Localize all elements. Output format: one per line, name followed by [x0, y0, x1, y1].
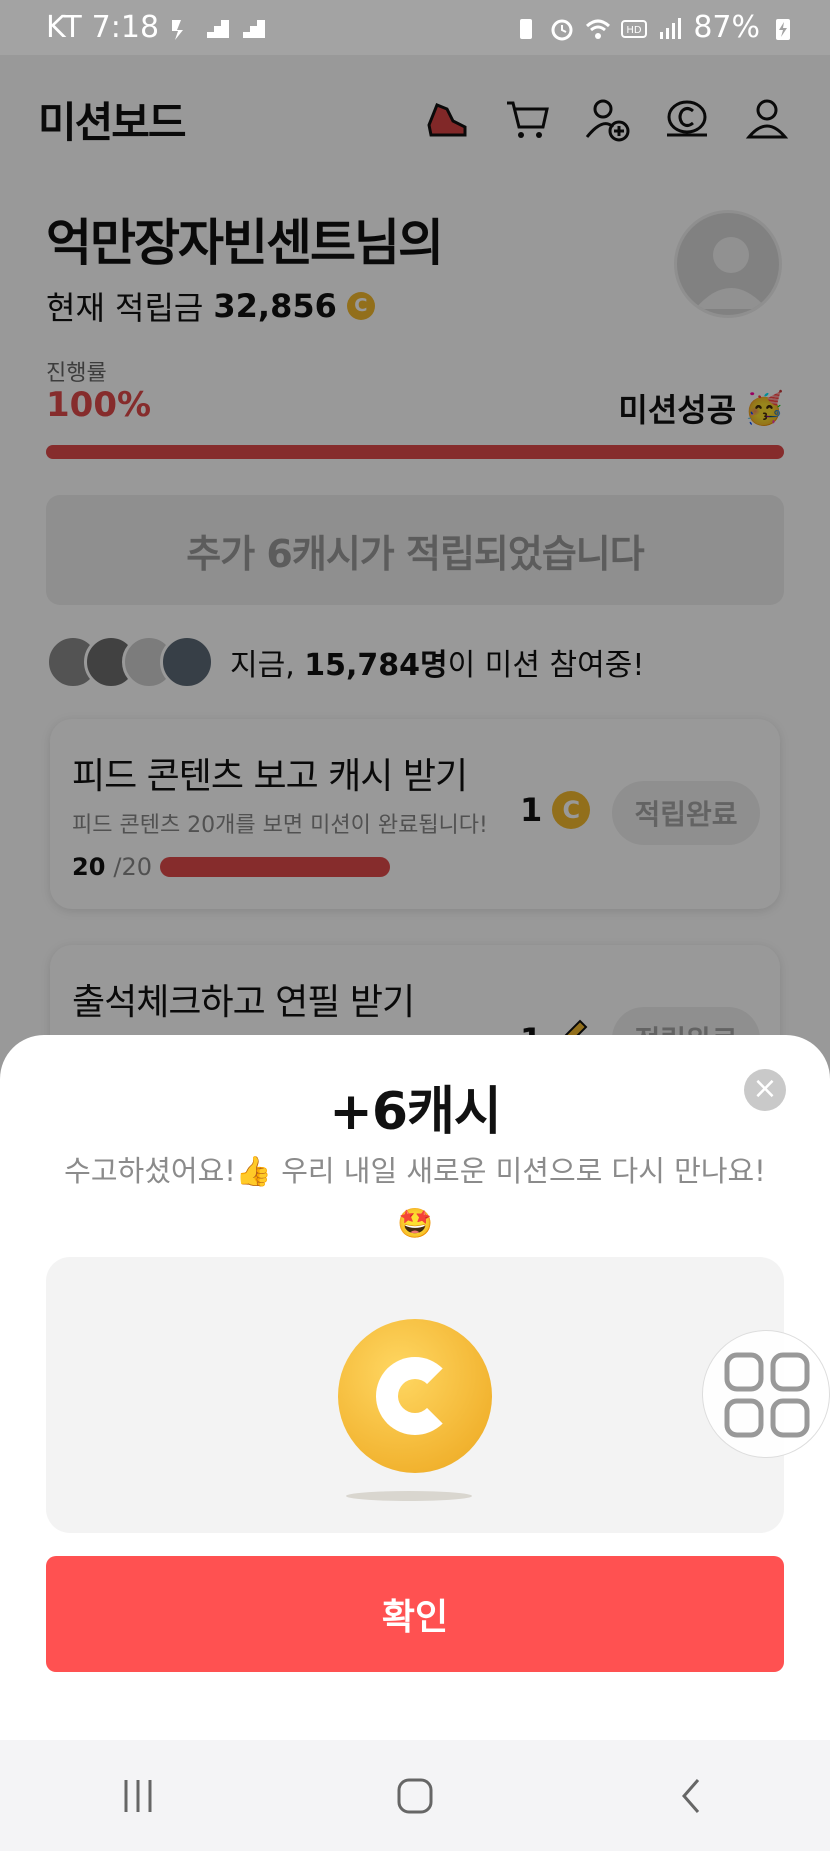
- close-button[interactable]: ×: [744, 1069, 786, 1111]
- sheet-message-text: 수고하셨어요!👍 우리 내일 새로운 미션으로 다시 만나요!: [64, 1154, 766, 1188]
- battery-percent: 87%: [693, 10, 760, 45]
- back-button[interactable]: [652, 1766, 732, 1826]
- coin-illustration-box: [46, 1257, 784, 1533]
- star-struck-emoji: 🤩: [396, 1206, 434, 1240]
- app-notification-icon: [169, 15, 195, 41]
- sheet-message: 수고하셨어요!👍 우리 내일 새로운 미션으로 다시 만나요! 🤩: [44, 1145, 786, 1249]
- battery-saver-icon: [513, 15, 539, 41]
- alarm-icon: [549, 15, 575, 41]
- recent-apps-button[interactable]: [98, 1766, 178, 1826]
- stairs-icon-2: [241, 15, 267, 41]
- coin-shadow: [346, 1491, 472, 1501]
- hd-voice-icon: HD: [621, 15, 648, 41]
- signal-icon: [657, 15, 683, 41]
- battery-charging-icon: [770, 15, 796, 41]
- stairs-icon: [205, 15, 231, 41]
- wifi-icon: [585, 15, 611, 41]
- sheet-title: +6캐시: [329, 1082, 501, 1142]
- status-bar: KT 7:18 HD 87%: [0, 0, 830, 55]
- svg-text:HD: HD: [627, 25, 643, 36]
- home-button[interactable]: [375, 1766, 455, 1826]
- floating-menu-button[interactable]: [702, 1330, 830, 1458]
- confirm-button[interactable]: 확인: [46, 1556, 784, 1672]
- system-nav-bar: [0, 1740, 830, 1851]
- coin-icon: [338, 1319, 492, 1473]
- carrier-label: KT: [46, 10, 82, 45]
- clock: 7:18: [91, 10, 160, 45]
